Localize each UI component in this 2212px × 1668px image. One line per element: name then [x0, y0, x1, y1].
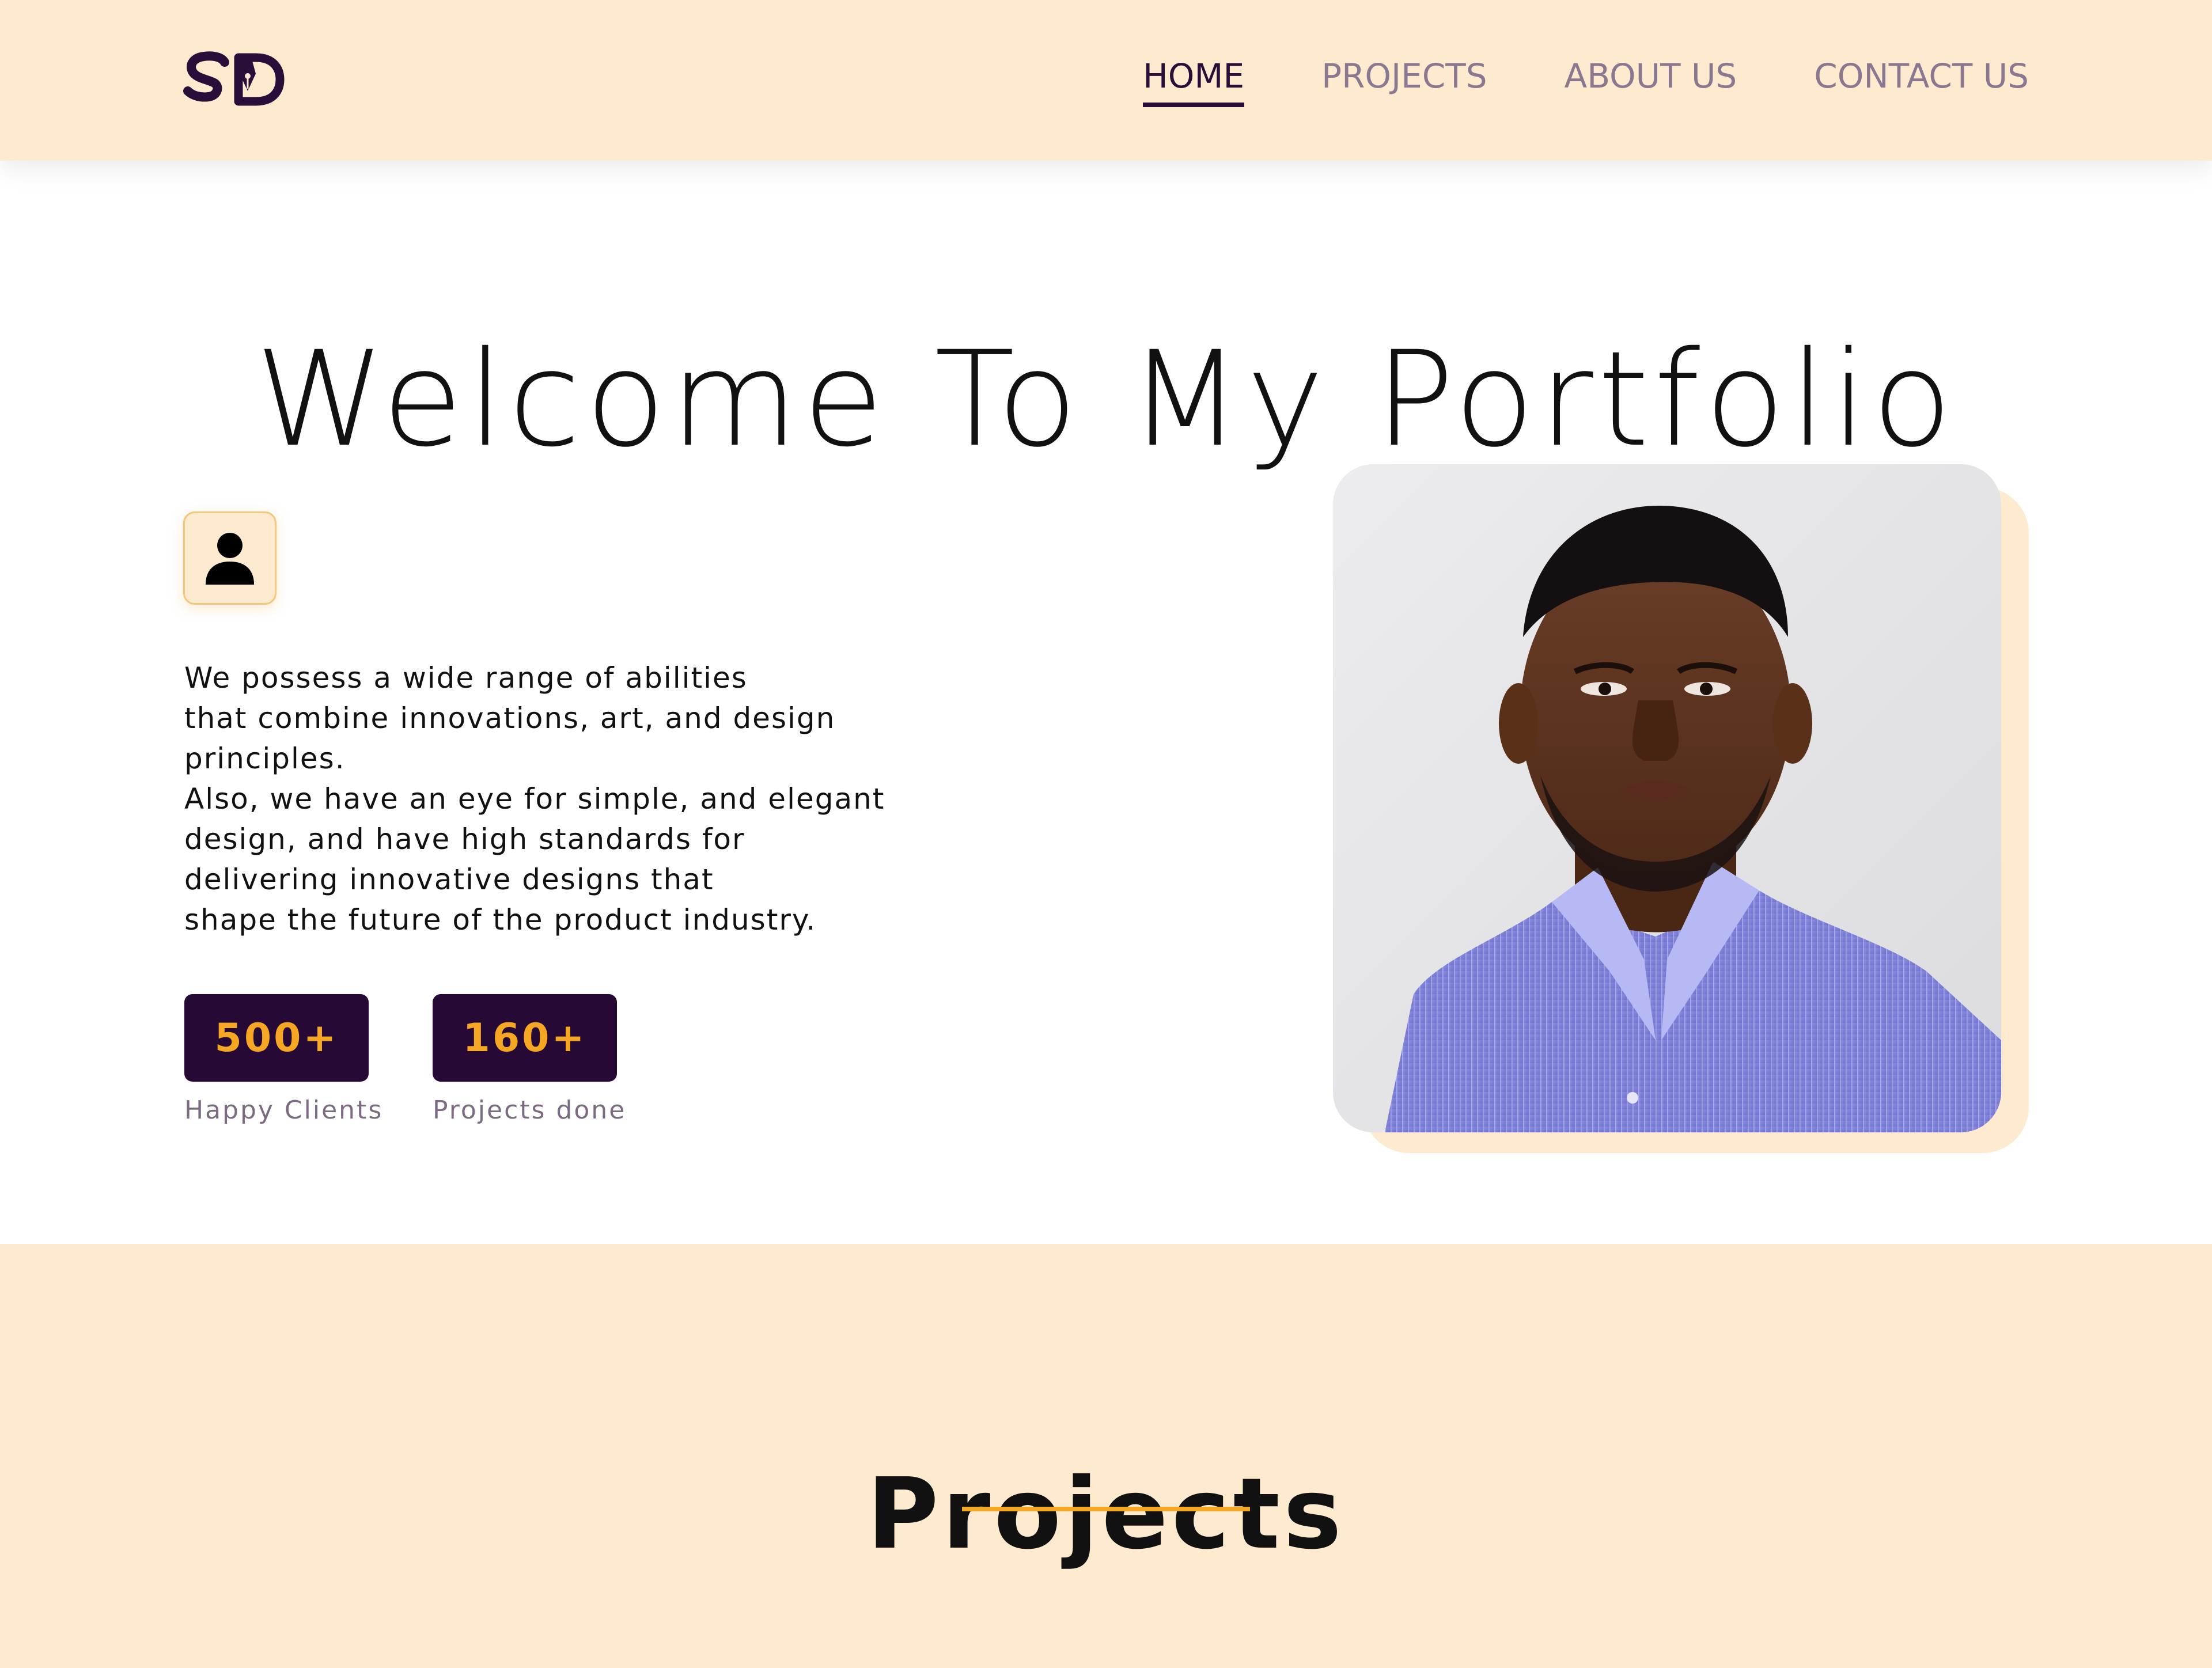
logo[interactable] — [183, 51, 285, 108]
main-nav: HOME PROJECTS ABOUT US CONTACT US — [1143, 55, 2029, 107]
projects-section: Projects — [0, 1244, 2212, 1668]
stat-projects-done: 160+ Projects done — [433, 994, 626, 1125]
profile-portrait — [1333, 464, 2001, 1132]
navbar: HOME PROJECTS ABOUT US CONTACT US — [0, 0, 2212, 161]
bio-line: We possess a wide range of abilities — [184, 661, 748, 695]
heading-underline — [962, 1507, 1250, 1511]
stat-label: Happy Clients — [184, 1095, 384, 1125]
bio-line: design, and have high standards for — [184, 822, 745, 856]
bio-line: principles. — [184, 742, 346, 775]
bio-line: Also, we have an eye for simple, and ele… — [184, 782, 885, 816]
bio-line: shape the future of the product industry… — [184, 903, 817, 937]
stat-label: Projects done — [433, 1095, 627, 1125]
bio-text: We possess a wide range of abilities tha… — [184, 658, 933, 940]
bio-line: delivering innovative designs that — [184, 863, 714, 896]
stat-happy-clients: 500+ Happy Clients — [184, 994, 383, 1125]
stat-value: 500+ — [184, 994, 369, 1082]
nav-home-link[interactable]: HOME — [1143, 55, 1244, 107]
bio-line: that combine innovations, art, and desig… — [184, 702, 836, 735]
nav-projects-link[interactable]: PROJECTS — [1321, 55, 1487, 97]
stat-value: 160+ — [433, 994, 617, 1082]
hero-title: Welcome To My Portfolio — [255, 322, 1957, 476]
projects-heading: Projects — [866, 1457, 1346, 1572]
nav-about-link[interactable]: ABOUT US — [1565, 55, 1737, 97]
nav-contact-link[interactable]: CONTACT US — [1814, 55, 2029, 97]
user-icon — [206, 533, 254, 585]
avatar-badge — [183, 511, 276, 605]
